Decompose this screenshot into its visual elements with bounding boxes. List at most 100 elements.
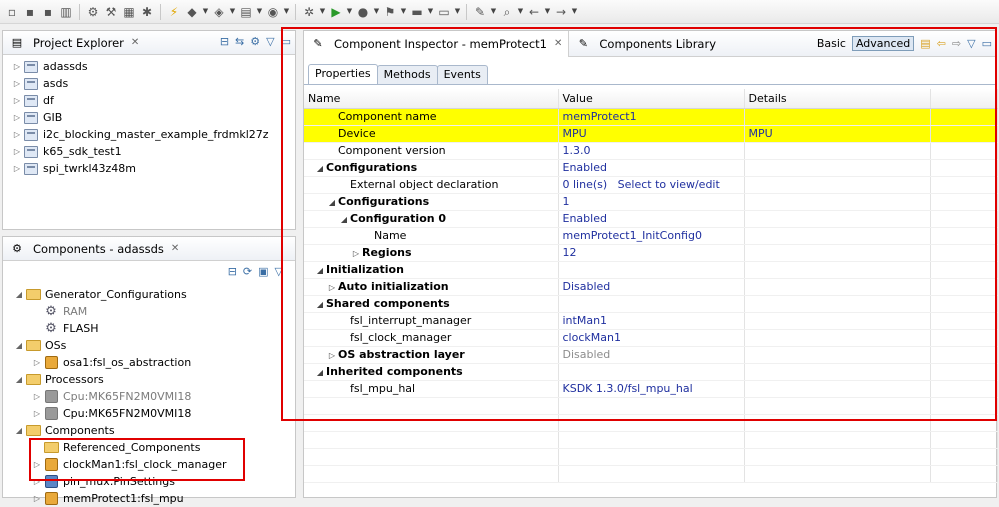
dropdown-arrow-icon[interactable]: ▼ <box>400 4 407 20</box>
component-tree-item[interactable]: ▷ pin_mux:PinSettings <box>3 473 295 490</box>
new-package-icon[interactable]: ◈ <box>211 4 227 20</box>
expand-arrow-icon[interactable]: ◢ <box>13 426 25 435</box>
dropdown-arrow-icon[interactable]: ▼ <box>256 4 263 20</box>
open-file-icon[interactable]: ▭ <box>436 4 452 20</box>
refresh-icon[interactable]: ⟳ <box>243 265 252 278</box>
property-value-cell[interactable]: clockMan1 <box>558 329 745 347</box>
expand-arrow-icon[interactable]: ▷ <box>31 460 43 469</box>
property-value-cell[interactable]: MPU <box>558 125 745 143</box>
minimize-icon[interactable]: ▭ <box>982 37 992 50</box>
property-row[interactable]: External object declaration 0 line(s) Sel… <box>304 176 998 194</box>
project-item[interactable]: ▷ GIB <box>3 109 295 126</box>
expand-arrow-icon[interactable]: ▷ <box>11 96 23 105</box>
component-tree-item[interactable]: Referenced_Components <box>3 439 295 456</box>
dropdown-arrow-icon[interactable]: ▼ <box>346 4 353 20</box>
property-row[interactable]: ▷ OS abstraction layer Disabled <box>304 346 998 364</box>
pin-icon[interactable]: ✎ <box>472 4 488 20</box>
expand-arrow-icon[interactable]: ▷ <box>11 147 23 156</box>
expand-arrow-icon[interactable]: ▷ <box>31 392 43 401</box>
dropdown-arrow-icon[interactable]: ▼ <box>517 4 524 20</box>
gear-icon[interactable]: ⚙ <box>85 4 101 20</box>
expand-arrow-icon[interactable]: ▷ <box>11 164 23 173</box>
project-item[interactable]: ▷ i2c_blocking_master_example_frdmkl27z <box>3 126 295 143</box>
new-class-icon[interactable]: ◆ <box>184 4 200 20</box>
component-tree-item[interactable]: ▷ memProtect1:fsl_mpu <box>3 490 295 507</box>
property-value-cell[interactable]: Disabled <box>558 278 745 296</box>
dropdown-arrow-icon[interactable]: ▼ <box>319 4 326 20</box>
dropdown-arrow-icon[interactable]: ▼ <box>544 4 551 20</box>
new-project-icon[interactable]: ◉ <box>265 4 281 20</box>
property-row[interactable]: ▷ Auto initialization Disabled <box>304 278 998 296</box>
property-row[interactable]: ◢ Initialization <box>304 261 998 279</box>
component-tree-item[interactable]: ◢ Generator_Configurations <box>3 286 295 303</box>
close-icon[interactable]: ✕ <box>554 38 562 49</box>
component-tree-item[interactable]: ▷ clockMan1:fsl_clock_manager <box>3 456 295 473</box>
forward-icon[interactable]: → <box>553 4 569 20</box>
expand-arrow-icon[interactable]: ◢ <box>13 290 25 299</box>
tab-components[interactable]: ⚙ Components - adassds ✕ <box>3 237 185 261</box>
dropdown-arrow-icon[interactable]: ▼ <box>490 4 497 20</box>
component-tree-item[interactable]: ◢ OSs <box>3 337 295 354</box>
project-item[interactable]: ▷ df <box>3 92 295 109</box>
property-value-cell[interactable]: 1 <box>558 193 745 211</box>
expand-arrow-icon[interactable]: ▷ <box>350 249 362 258</box>
component-tree-item[interactable]: ▷ Cpu:MK65FN2M0VMI18 <box>3 405 295 422</box>
run-icon[interactable]: ▶ <box>328 4 344 20</box>
expand-arrow-icon[interactable]: ▷ <box>11 62 23 71</box>
close-icon[interactable]: ✕ <box>131 37 139 48</box>
expand-arrow-icon[interactable]: ◢ <box>13 341 25 350</box>
column-header-name[interactable]: Name <box>304 89 559 109</box>
external-tools-icon[interactable]: ⚑ <box>382 4 398 20</box>
expand-arrow-icon[interactable]: ▷ <box>31 494 43 503</box>
expand-arrow-icon[interactable]: ▷ <box>11 130 23 139</box>
collapse-all-icon[interactable]: ⊟ <box>228 265 237 278</box>
subtab-events[interactable]: Events <box>436 65 488 84</box>
open-folder-icon[interactable]: ▬ <box>409 4 425 20</box>
new-icon[interactable]: ▫ <box>4 4 20 20</box>
property-row[interactable]: Name memProtect1_InitConfig0 <box>304 227 998 245</box>
property-value-cell[interactable]: memProtect1_InitConfig0 <box>558 227 745 245</box>
property-value-cell[interactable]: memProtect1 <box>558 108 745 126</box>
property-value-cell[interactable]: Enabled <box>558 159 745 177</box>
expand-arrow-icon[interactable]: ▷ <box>11 79 23 88</box>
dropdown-arrow-icon[interactable]: ▼ <box>454 4 461 20</box>
forward-icon[interactable]: ⇨ <box>952 37 961 50</box>
property-row[interactable]: Component version 1.3.0 <box>304 142 998 160</box>
link-editor-icon[interactable]: ⇆ <box>235 35 244 48</box>
expand-arrow-icon[interactable]: ▷ <box>31 409 43 418</box>
subtab-properties[interactable]: Properties <box>308 64 378 84</box>
view-menu-icon[interactable]: ▽ <box>967 37 975 50</box>
property-value-cell[interactable]: Disabled <box>558 346 745 364</box>
component-tree-item[interactable]: ◢ Components <box>3 422 295 439</box>
property-row[interactable]: ▷ Regions 12 <box>304 244 998 262</box>
dropdown-arrow-icon[interactable]: ▼ <box>202 4 209 20</box>
property-value-cell[interactable] <box>558 261 745 279</box>
component-tree-item[interactable]: ▷ osa1:fsl_os_abstraction <box>3 354 295 371</box>
search-icon[interactable]: ⌕ <box>499 4 515 20</box>
view-menu-icon[interactable]: ▽ <box>275 265 283 278</box>
project-item[interactable]: ▷ spi_twrkl43z48m <box>3 160 295 177</box>
dropdown-arrow-icon[interactable]: ▼ <box>571 4 578 20</box>
view-menu-icon[interactable]: ▽ <box>266 35 274 48</box>
property-value-cell[interactable] <box>558 295 745 313</box>
mode-basic[interactable]: Basic <box>817 37 846 50</box>
expand-arrow-icon[interactable]: ▷ <box>31 358 43 367</box>
expand-arrow-icon[interactable]: ◢ <box>338 215 350 224</box>
expand-arrow-icon[interactable]: ◢ <box>326 198 338 207</box>
property-row[interactable]: ◢ Configurations Enabled <box>304 159 998 177</box>
minimize-icon[interactable]: ▭ <box>281 35 291 48</box>
dropdown-arrow-icon[interactable]: ▼ <box>373 4 380 20</box>
debug-run-icon[interactable]: ● <box>355 4 371 20</box>
property-row[interactable]: ◢ Configuration 0 Enabled <box>304 210 998 228</box>
property-value-cell[interactable]: 1.3.0 <box>558 142 745 160</box>
dropdown-arrow-icon[interactable]: ▼ <box>283 4 290 20</box>
expand-arrow-icon[interactable]: ◢ <box>13 375 25 384</box>
property-value-cell[interactable]: Enabled <box>558 210 745 228</box>
project-item[interactable]: ▷ k65_sdk_test1 <box>3 143 295 160</box>
expand-arrow-icon[interactable]: ◢ <box>314 300 326 309</box>
property-row[interactable]: fsl_clock_manager clockMan1 <box>304 329 998 347</box>
back-icon[interactable]: ⇦ <box>937 37 946 50</box>
tab-component-inspector[interactable]: ✎ Component Inspector - memProtect1 ✕ <box>304 30 570 57</box>
close-icon[interactable]: ✕ <box>171 243 179 254</box>
property-row[interactable]: fsl_interrupt_manager intMan1 <box>304 312 998 330</box>
